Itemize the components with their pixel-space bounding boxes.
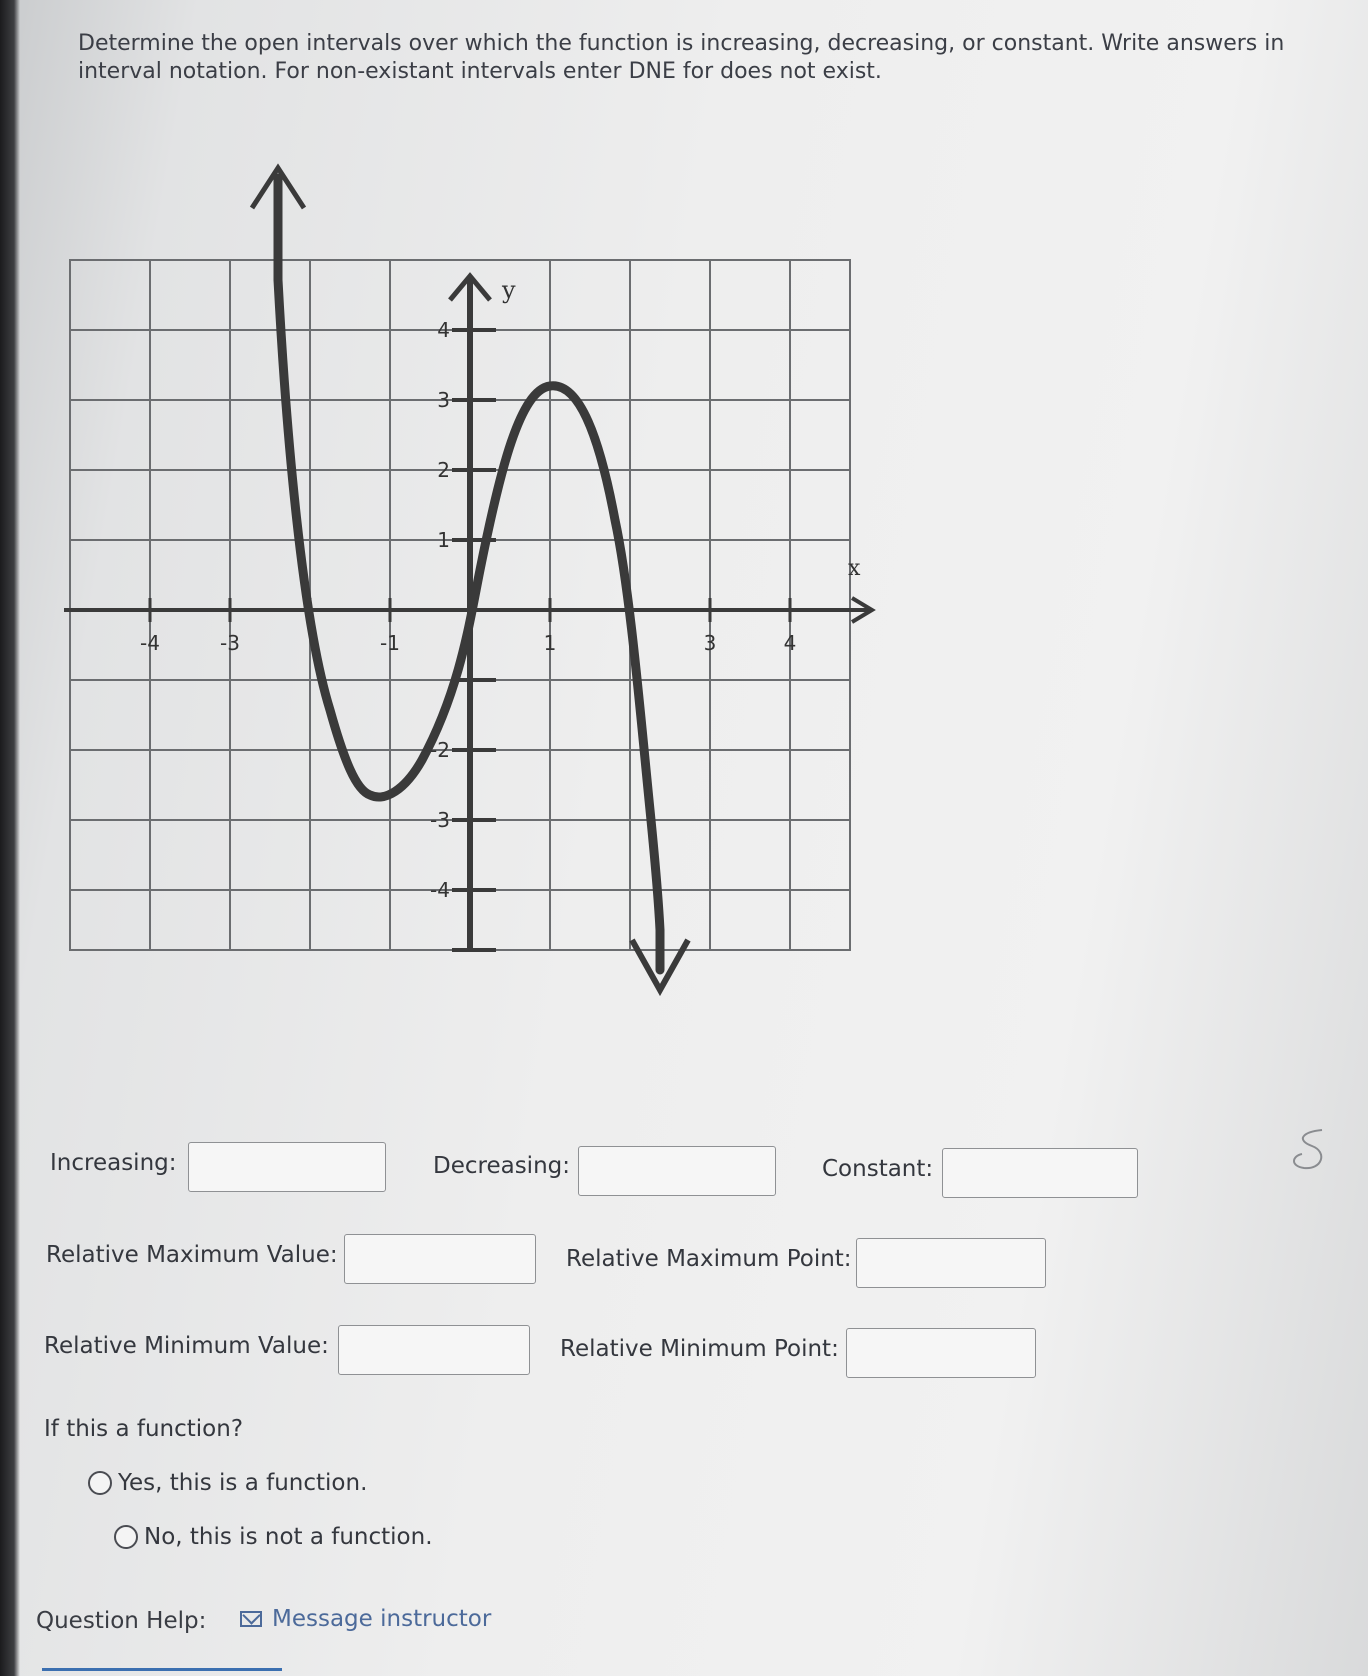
radio-no[interactable]: [114, 1525, 138, 1549]
rel-max-point-label: Relative Maximum Point:: [566, 1246, 852, 1272]
rel-min-point-label: Relative Minimum Point:: [560, 1336, 839, 1362]
option-yes-label: Yes, this is a function.: [118, 1470, 368, 1496]
x-tick-label: -4: [140, 631, 160, 655]
y-tick-label: -4: [430, 878, 450, 902]
constant-input[interactable]: [942, 1148, 1138, 1198]
message-instructor-link[interactable]: Message instructor: [240, 1606, 491, 1632]
y-tick-label: 1: [437, 528, 450, 552]
function-question: If this a function?: [44, 1416, 244, 1442]
x-axis-label: x: [848, 556, 861, 581]
option-not-function[interactable]: No, this is not a function.: [114, 1524, 433, 1550]
y-tick-label: 2: [437, 458, 450, 482]
function-graph: y x -4 -3 -1 1 3 4 4 3 2 1 -2 -3 -4: [64, 163, 876, 997]
x-tick-label: 3: [704, 631, 717, 655]
y-tick-label: 4: [437, 318, 450, 342]
bottom-accent-bar: [42, 1668, 282, 1671]
graph-border: [69, 259, 851, 951]
graph-grid: [69, 259, 851, 951]
y-axis-ticks: [452, 328, 496, 952]
message-instructor-text: Message instructor: [272, 1606, 492, 1632]
x-tick-label: 4: [784, 631, 797, 655]
option-yes-function[interactable]: Yes, this is a function.: [88, 1470, 367, 1496]
envelope-icon: [240, 1611, 262, 1627]
rel-max-value-label: Relative Maximum Value:: [46, 1242, 338, 1268]
screen-edge-shadow: [0, 0, 20, 1676]
increasing-label: Increasing:: [50, 1150, 177, 1176]
radio-yes[interactable]: [88, 1471, 112, 1495]
rel-min-value-label: Relative Minimum Value:: [44, 1333, 329, 1359]
rel-max-point-input[interactable]: [856, 1238, 1046, 1288]
x-tick-label: -1: [380, 631, 400, 655]
x-tick-label: -3: [220, 631, 240, 655]
y-tick-label: -3: [430, 808, 450, 832]
y-axis-label: y: [501, 276, 516, 304]
question-help-label: Question Help:: [36, 1608, 207, 1634]
option-no-label: No, this is not a function.: [144, 1524, 433, 1550]
decreasing-label: Decreasing:: [433, 1153, 571, 1179]
decreasing-input[interactable]: [578, 1146, 776, 1196]
question-instructions: Determine the open intervals over which …: [78, 31, 1285, 84]
x-tick-label: 1: [544, 631, 557, 655]
y-tick-label: 3: [437, 388, 450, 412]
rel-min-point-input[interactable]: [846, 1328, 1036, 1378]
constant-label: Constant:: [822, 1156, 934, 1182]
rel-min-value-input[interactable]: [338, 1325, 530, 1375]
scribble-mark: [1293, 1129, 1323, 1170]
increasing-input[interactable]: [188, 1142, 386, 1192]
rel-max-value-input[interactable]: [344, 1234, 536, 1284]
